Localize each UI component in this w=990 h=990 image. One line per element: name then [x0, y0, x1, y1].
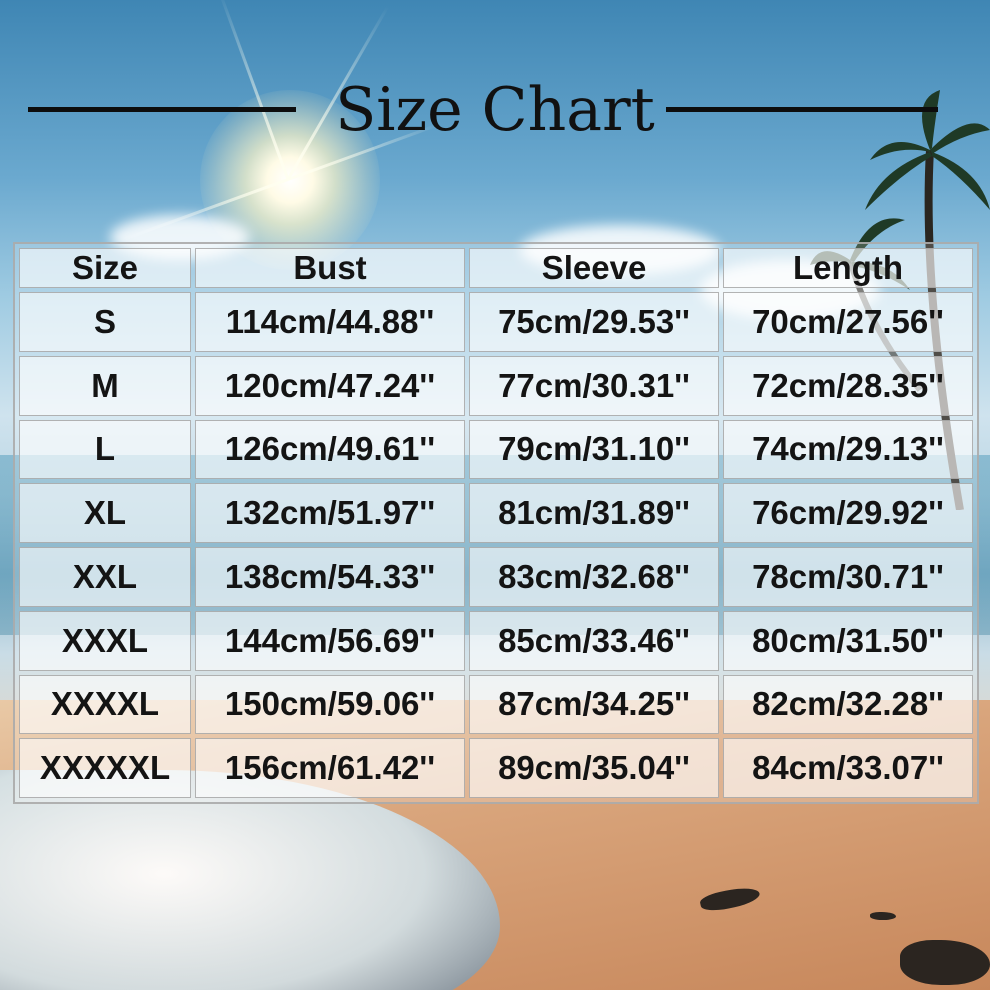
table-header-row: Size Bust Sleeve Length [19, 248, 973, 288]
sleeve-cell: 75cm/29.53'' [469, 292, 719, 352]
size-cell: L [19, 419, 191, 480]
size-cell: S [19, 292, 191, 352]
sleeve-cell: 81cm/31.89'' [469, 483, 719, 543]
bust-cell: 138cm/54.33'' [195, 547, 465, 607]
table-row: XXL 138cm/54.33'' 83cm/32.68'' 78cm/30.7… [19, 547, 973, 607]
table-row: XXXL 144cm/56.69'' 85cm/33.46'' 80cm/31.… [19, 610, 973, 671]
length-cell: 80cm/31.50'' [723, 610, 973, 671]
sleeve-cell: 77cm/30.31'' [469, 355, 719, 416]
bust-cell: 156cm/61.42'' [195, 738, 465, 798]
length-cell: 70cm/27.56'' [723, 292, 973, 352]
size-chart-table: Size Bust Sleeve Length S 114cm/44.88'' … [13, 242, 979, 804]
table-row: L 126cm/49.61'' 79cm/31.10'' 74cm/29.13'… [19, 419, 973, 480]
size-cell: XXL [19, 547, 191, 607]
header-length: Length [723, 248, 973, 288]
size-cell: XXXXL [19, 674, 191, 735]
table-row: XXXXL 150cm/59.06'' 87cm/34.25'' 82cm/32… [19, 674, 973, 735]
sleeve-cell: 83cm/32.68'' [469, 547, 719, 607]
sleeve-cell: 79cm/31.10'' [469, 419, 719, 480]
header-bust: Bust [195, 248, 465, 288]
page-title: Size Chart [335, 75, 655, 145]
table-row: M 120cm/47.24'' 77cm/30.31'' 72cm/28.35'… [19, 355, 973, 416]
bust-cell: 120cm/47.24'' [195, 355, 465, 416]
size-cell: XXXXXL [19, 738, 191, 798]
header-size: Size [19, 248, 191, 288]
sleeve-cell: 89cm/35.04'' [469, 738, 719, 798]
table-row: XXXXXL 156cm/61.42'' 89cm/35.04'' 84cm/3… [19, 738, 973, 798]
length-cell: 74cm/29.13'' [723, 419, 973, 480]
header-sleeve: Sleeve [469, 248, 719, 288]
bust-cell: 114cm/44.88'' [195, 292, 465, 352]
rock [900, 940, 990, 985]
sleeve-cell: 87cm/34.25'' [469, 674, 719, 735]
sleeve-cell: 85cm/33.46'' [469, 610, 719, 671]
size-cell: XXXL [19, 610, 191, 671]
table-row: XL 132cm/51.97'' 81cm/31.89'' 76cm/29.92… [19, 483, 973, 543]
length-cell: 84cm/33.07'' [723, 738, 973, 798]
bust-cell: 126cm/49.61'' [195, 419, 465, 480]
length-cell: 76cm/29.92'' [723, 483, 973, 543]
beach-background: Size Chart Size Bust Sleeve Length S 114… [0, 0, 990, 990]
bust-cell: 150cm/59.06'' [195, 674, 465, 735]
length-cell: 82cm/32.28'' [723, 674, 973, 735]
size-cell: XL [19, 483, 191, 543]
length-cell: 78cm/30.71'' [723, 547, 973, 607]
rock [870, 912, 896, 920]
table-row: S 114cm/44.88'' 75cm/29.53'' 70cm/27.56'… [19, 292, 973, 352]
bust-cell: 144cm/56.69'' [195, 610, 465, 671]
bust-cell: 132cm/51.97'' [195, 483, 465, 543]
size-cell: M [19, 355, 191, 416]
length-cell: 72cm/28.35'' [723, 355, 973, 416]
